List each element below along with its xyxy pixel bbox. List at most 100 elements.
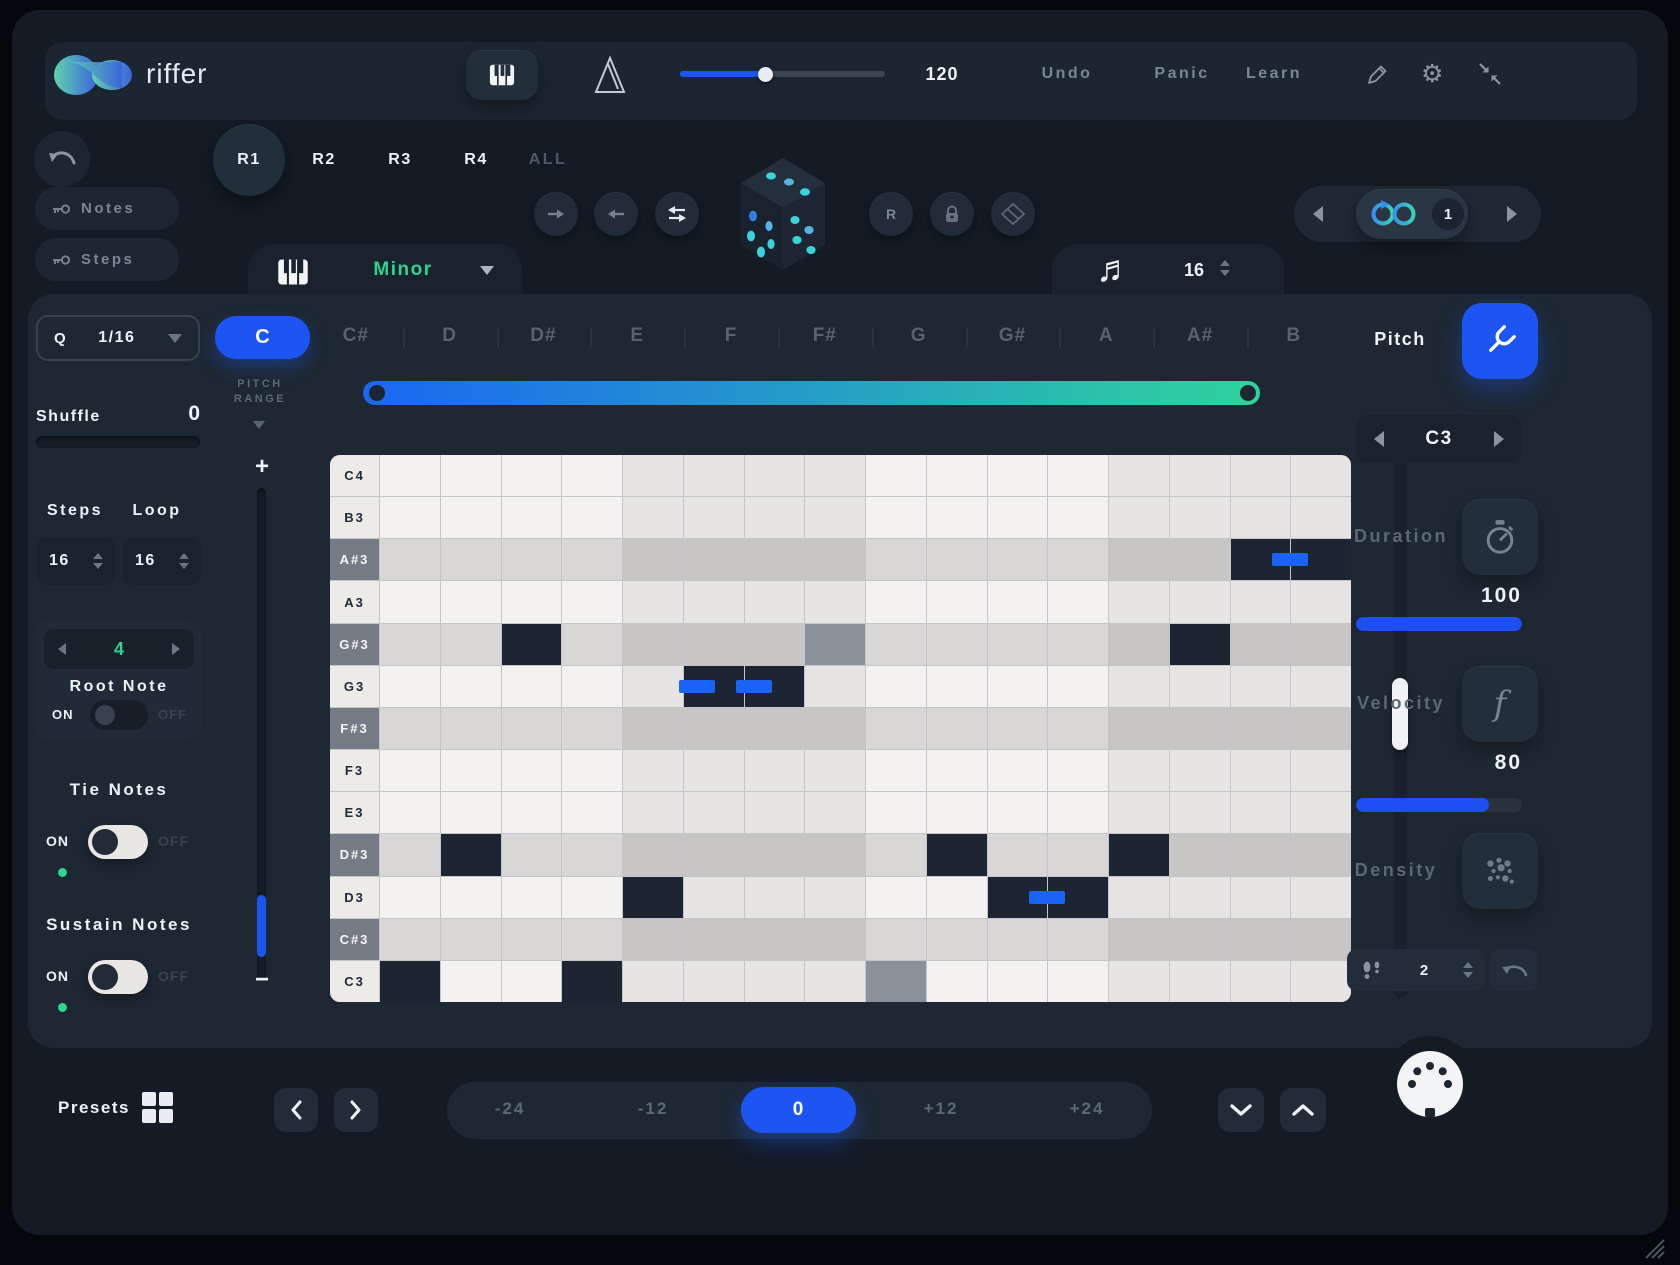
grid-cell-F#3-6[interactable]: [684, 708, 744, 749]
grid-cell-C4-13[interactable]: [1109, 455, 1169, 496]
arrow-right-icon[interactable]: [172, 643, 180, 655]
grid-cell-C#3-2[interactable]: [441, 919, 501, 960]
grid-cell-C3-1[interactable]: [380, 961, 440, 1002]
grid-cell-D#3-10[interactable]: [927, 834, 987, 875]
midi-din-icon[interactable]: [1397, 1051, 1463, 1117]
grid-cell-B3-4[interactable]: [562, 497, 622, 538]
grid-cell-F#3-1[interactable]: [380, 708, 440, 749]
grid-cell-C#3-13[interactable]: [1109, 919, 1169, 960]
grid-cell-E3-7[interactable]: [745, 792, 805, 833]
grid-cell-G3-3[interactable]: [502, 666, 562, 707]
grid-cell-C4-6[interactable]: [684, 455, 744, 496]
revert-button[interactable]: [1490, 949, 1538, 991]
grid-cell-E3-11[interactable]: [988, 792, 1048, 833]
note-option-F[interactable]: F: [684, 325, 778, 351]
grid-cell-F3-12[interactable]: [1048, 750, 1108, 791]
grid-cell-D3-14[interactable]: [1170, 877, 1230, 918]
grid-cell-A#3-2[interactable]: [441, 539, 501, 580]
grid-cell-F#3-11[interactable]: [988, 708, 1048, 749]
grid-cell-C#3-16[interactable]: [1291, 919, 1351, 960]
note-option-C#[interactable]: C#: [309, 325, 403, 351]
grid-cell-E3-2[interactable]: [441, 792, 501, 833]
eraser-button[interactable]: [991, 192, 1035, 236]
grid-cell-C3-10[interactable]: [927, 961, 987, 1002]
grid-cell-C4-11[interactable]: [988, 455, 1048, 496]
keyboard-button[interactable]: [466, 50, 538, 100]
tempo-value[interactable]: 120: [912, 64, 972, 85]
grid-cell-A#3-12[interactable]: [1048, 539, 1108, 580]
root-note-stepper[interactable]: 4: [44, 629, 194, 669]
grid-cell-D#3-7[interactable]: [745, 834, 805, 875]
grid-cell-F#3-10[interactable]: [927, 708, 987, 749]
grid-cell-B3-2[interactable]: [441, 497, 501, 538]
resize-handle[interactable]: [1638, 1232, 1666, 1260]
grid-cell-E3-4[interactable]: [562, 792, 622, 833]
grid-cell-C3-9[interactable]: [866, 961, 926, 1002]
grid-cell-A#3-9[interactable]: [866, 539, 926, 580]
grid-cell-G3-12[interactable]: [1048, 666, 1108, 707]
grid-cell-F3-16[interactable]: [1291, 750, 1351, 791]
grid-cell-D#3-4[interactable]: [562, 834, 622, 875]
grid-cell-D3-16[interactable]: [1291, 877, 1351, 918]
grid-cell-E3-5[interactable]: [623, 792, 683, 833]
grid-cell-A#3-13[interactable]: [1109, 539, 1169, 580]
grid-cell-E3-16[interactable]: [1291, 792, 1351, 833]
grid-cell-A3-8[interactable]: [805, 581, 865, 622]
loop-toggle[interactable]: 1: [1356, 189, 1468, 239]
grid-cell-E3-9[interactable]: [866, 792, 926, 833]
grid-cell-B3-1[interactable]: [380, 497, 440, 538]
grid-cell-D3-8[interactable]: [805, 877, 865, 918]
grid-cell-A3-5[interactable]: [623, 581, 683, 622]
grid-cell-A3-11[interactable]: [988, 581, 1048, 622]
collapse-window-icon[interactable]: [1478, 62, 1502, 86]
grid-cell-A3-13[interactable]: [1109, 581, 1169, 622]
grid-cell-F3-13[interactable]: [1109, 750, 1169, 791]
grid-cell-C#3-14[interactable]: [1170, 919, 1230, 960]
grid-cell-F#3-9[interactable]: [866, 708, 926, 749]
grid-cell-A#3-10[interactable]: [927, 539, 987, 580]
note-option-E[interactable]: E: [590, 325, 684, 351]
grid-cell-C4-16[interactable]: [1291, 455, 1351, 496]
grid-cell-G#3-12[interactable]: [1048, 624, 1108, 665]
grid-cell-C3-12[interactable]: [1048, 961, 1108, 1002]
r-randomize-button[interactable]: R: [869, 192, 913, 236]
grid-cell-C4-15[interactable]: [1231, 455, 1291, 496]
grid-cell-E3-10[interactable]: [927, 792, 987, 833]
grid-cell-F3-8[interactable]: [805, 750, 865, 791]
grid-cell-D3-6[interactable]: [684, 877, 744, 918]
shuffle-slider[interactable]: [36, 436, 200, 448]
note-option-A[interactable]: A: [1059, 325, 1153, 351]
grid-cell-F#3-12[interactable]: [1048, 708, 1108, 749]
grid-cell-G3-8[interactable]: [805, 666, 865, 707]
grid-cell-D#3-2[interactable]: [441, 834, 501, 875]
tab-riff-4[interactable]: R4: [452, 146, 500, 174]
grid-cell-C#3-8[interactable]: [805, 919, 865, 960]
lock-notes-toggle[interactable]: Notes: [35, 187, 179, 230]
grid-cell-C#3-10[interactable]: [927, 919, 987, 960]
tie-notes-toggle[interactable]: [88, 825, 148, 859]
preset-prev-button[interactable]: [274, 1088, 318, 1132]
grid-cell-E3-15[interactable]: [1231, 792, 1291, 833]
grid-cell-D#3-6[interactable]: [684, 834, 744, 875]
grid-cell-D#3-14[interactable]: [1170, 834, 1230, 875]
grid-cell-G#3-13[interactable]: [1109, 624, 1169, 665]
loop-spinner[interactable]: [179, 553, 189, 569]
grid-cell-C3-15[interactable]: [1231, 961, 1291, 1002]
grid-cell-D3-7[interactable]: [745, 877, 805, 918]
grid-cell-A#3-8[interactable]: [805, 539, 865, 580]
pitch-range-slider[interactable]: [363, 381, 1260, 405]
grid-cell-C#3-6[interactable]: [684, 919, 744, 960]
grid-cell-G3-11[interactable]: [988, 666, 1048, 707]
arrow-right-icon[interactable]: [1494, 431, 1504, 447]
grid-cell-E3-8[interactable]: [805, 792, 865, 833]
grid-cell-A3-1[interactable]: [380, 581, 440, 622]
grid-cell-D3-15[interactable]: [1231, 877, 1291, 918]
grid-cell-C#3-1[interactable]: [380, 919, 440, 960]
pencil-edit-icon[interactable]: [1366, 62, 1390, 86]
presets-grid-icon[interactable]: [142, 1092, 173, 1123]
grid-cell-G#3-15[interactable]: [1231, 624, 1291, 665]
grid-cell-E3-13[interactable]: [1109, 792, 1169, 833]
tab-riff-3[interactable]: R3: [376, 146, 424, 174]
quantize-dropdown[interactable]: Q 1/16: [36, 315, 200, 361]
grid-cell-D3-5[interactable]: [623, 877, 683, 918]
